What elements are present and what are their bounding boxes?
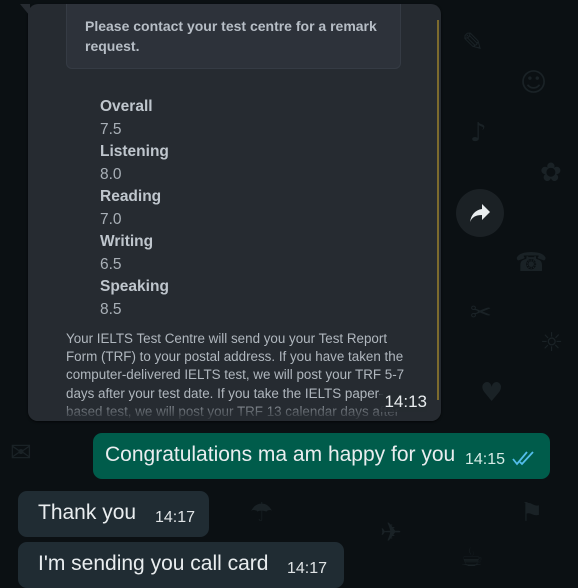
score-value-reading: 7.0 xyxy=(100,210,122,228)
quoted-note: Please contact your test centre for a re… xyxy=(66,4,401,69)
message-text: I'm sending you call card xyxy=(38,552,269,575)
message-time: 14:15 xyxy=(465,451,506,468)
score-value-writing: 6.5 xyxy=(100,255,122,273)
score-label-reading: Reading xyxy=(100,188,162,205)
message-text: Thank you xyxy=(38,501,137,524)
double-check-icon xyxy=(512,451,534,466)
score-value-speaking: 8.5 xyxy=(100,300,122,318)
quoted-note-text: Please contact your test centre for a re… xyxy=(85,18,377,54)
forward-arrow-icon xyxy=(470,204,490,222)
bubble-tail xyxy=(20,4,30,16)
score-value-listening: 8.0 xyxy=(100,165,122,183)
message-time: 14:17 xyxy=(287,560,328,577)
score-value-overall: 7.5 xyxy=(100,120,122,138)
score-label-overall: Overall xyxy=(100,98,153,115)
forwarded-message-bubble[interactable]: Please contact your test centre for a re… xyxy=(28,4,441,421)
message-text: Congratulations ma am happy for you xyxy=(105,443,456,466)
forward-button[interactable] xyxy=(456,189,504,237)
score-list: Overall 7.5 Listening 8.0 Reading 7.0 Wr… xyxy=(100,96,169,321)
message-time: 14:13 xyxy=(380,392,427,412)
incoming-message[interactable]: Thank you 14:17 xyxy=(18,491,209,537)
incoming-message[interactable]: I'm sending you call card 14:17 xyxy=(18,542,344,588)
score-label-speaking: Speaking xyxy=(100,278,169,295)
score-label-listening: Listening xyxy=(100,143,169,160)
message-time: 14:17 xyxy=(155,509,196,526)
outgoing-message[interactable]: Congratulations ma am happy for you 14:1… xyxy=(93,433,550,479)
score-label-writing: Writing xyxy=(100,233,154,250)
truncation-fade xyxy=(28,399,441,421)
bubble-edge-accent xyxy=(437,20,439,400)
